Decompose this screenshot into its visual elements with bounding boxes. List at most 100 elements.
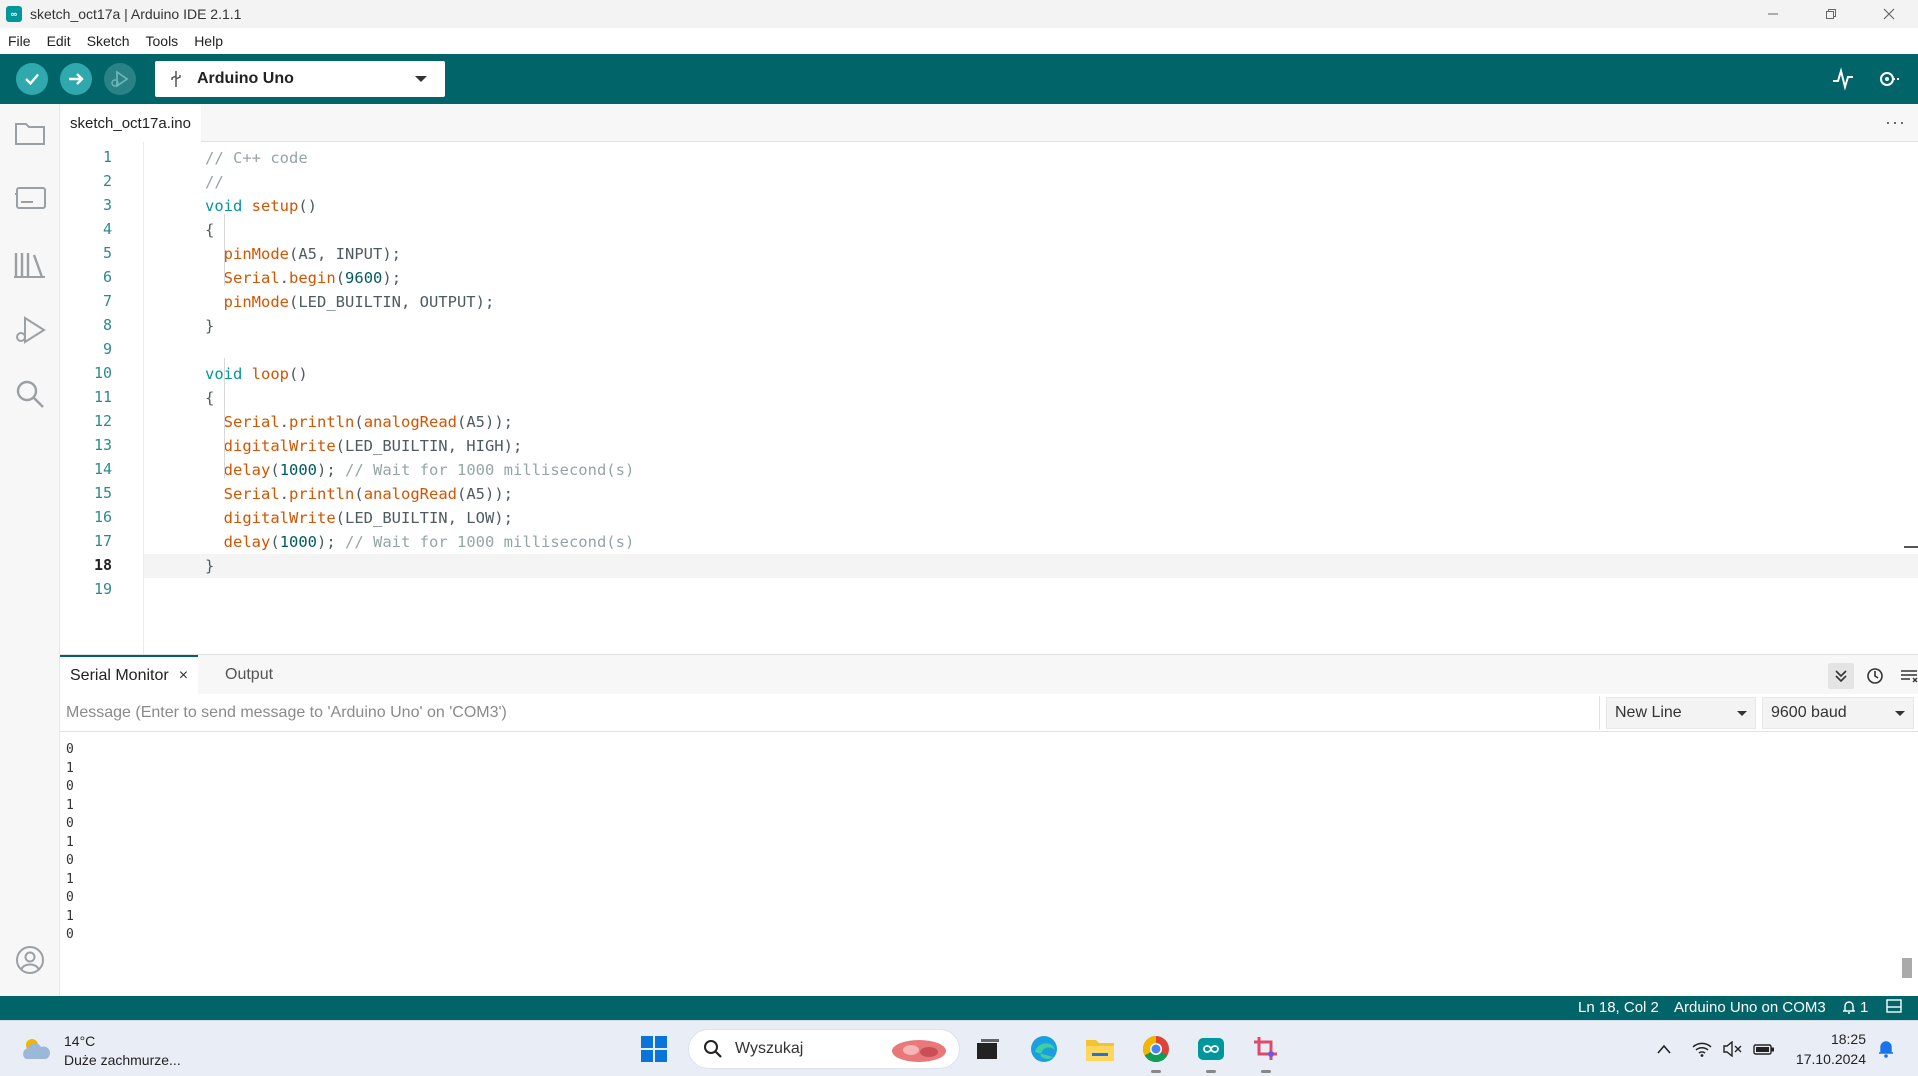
file-explorer-icon[interactable] [1082, 1031, 1118, 1067]
code-token: delay [223, 461, 271, 479]
code-line[interactable]: // C++ code [144, 146, 1918, 170]
line-number: 12 [93, 412, 112, 430]
clear-output-icon[interactable] [1896, 663, 1918, 689]
serial-message-input[interactable] [60, 696, 1600, 730]
code-line[interactable]: digitalWrite(LED_BUILTIN, LOW); [144, 506, 1918, 530]
verify-button[interactable] [16, 63, 48, 95]
clock-date[interactable]: 17.10.2024 [1796, 1051, 1866, 1067]
snipping-tool-icon[interactable] [1248, 1031, 1284, 1073]
battery-icon[interactable] [1752, 1038, 1776, 1060]
code-line[interactable]: } [144, 554, 1918, 578]
code-token: () [298, 197, 318, 215]
tab-sketch-file[interactable]: sketch_oct17a.ino [60, 104, 201, 142]
code-line[interactable]: pinMode(LED_BUILTIN, OUTPUT); [144, 290, 1918, 314]
search-icon[interactable] [12, 376, 48, 412]
windows-taskbar: 14°C Duże zachmurze... Wyszukaj 18:25 17… [0, 1020, 1918, 1076]
upload-button[interactable] [60, 63, 92, 95]
toggle-panel-icon[interactable] [1886, 999, 1902, 1017]
speaker-muted-icon[interactable] [1720, 1038, 1744, 1060]
account-icon[interactable] [12, 942, 48, 978]
line-number: 14 [93, 460, 112, 478]
code-line[interactable]: void loop() [144, 362, 1918, 386]
code-line[interactable]: void setup() [144, 194, 1918, 218]
menu-tools[interactable]: Tools [146, 33, 179, 49]
debug-button[interactable] [104, 63, 136, 95]
arduino-logo-icon: ∞ [6, 6, 22, 22]
code-token: pinMode [223, 245, 289, 263]
code-line[interactable]: pinMode(A5, INPUT); [144, 242, 1918, 266]
menu-file[interactable]: File [8, 33, 31, 49]
tab-serial-monitor[interactable]: Serial Monitor × [60, 655, 199, 695]
menu-help[interactable]: Help [194, 33, 223, 49]
code-line[interactable]: delay(1000); // Wait for 1000 millisecon… [144, 458, 1918, 482]
weather-cloudy-icon[interactable] [20, 1035, 52, 1063]
chevron-down-icon [1737, 711, 1747, 716]
line-number: 5 [102, 244, 112, 262]
menu-edit[interactable]: Edit [47, 33, 71, 49]
line-ending-select[interactable]: New Line [1606, 697, 1756, 729]
serial-output-line: 0 [66, 779, 74, 794]
code-line[interactable]: digitalWrite(LED_BUILTIN, HIGH); [144, 434, 1918, 458]
code-line[interactable]: Serial.begin(9600); [144, 266, 1918, 290]
code-token: . [279, 269, 290, 287]
code-line[interactable]: { [144, 218, 1918, 242]
code-line[interactable]: // [144, 170, 1918, 194]
tab-serial-monitor-label: Serial Monitor [70, 667, 169, 684]
code-token: Serial [223, 485, 280, 503]
line-number: 16 [93, 508, 112, 526]
restore-icon[interactable] [1802, 0, 1860, 28]
sketchbook-folder-icon[interactable] [12, 114, 48, 150]
board-port-status[interactable]: Arduino Uno on COM3 [1674, 999, 1826, 1016]
menu-sketch[interactable]: Sketch [87, 33, 130, 49]
weather-temperature[interactable]: 14°C [64, 1033, 95, 1049]
code-line[interactable]: } [144, 314, 1918, 338]
line-number: 1 [102, 148, 112, 166]
code-token: ( [354, 485, 364, 503]
boards-manager-icon[interactable] [12, 180, 48, 216]
notifications-indicator[interactable]: 1 [1842, 999, 1868, 1016]
code-line[interactable]: Serial.println(analogRead(A5)); [144, 482, 1918, 506]
line-number: 10 [93, 364, 112, 382]
weather-description[interactable]: Duże zachmurze... [64, 1052, 181, 1068]
minimize-icon[interactable] [1744, 0, 1802, 28]
tab-output-label: Output [225, 666, 274, 683]
arduino-ide-icon[interactable] [1193, 1031, 1229, 1073]
baud-rate-select[interactable]: 9600 baud [1762, 697, 1914, 729]
task-view-icon[interactable] [970, 1031, 1006, 1067]
code-token: (A5)); [457, 485, 514, 503]
library-manager-icon[interactable] [12, 246, 48, 282]
debug-run-icon[interactable] [12, 312, 48, 348]
code-line[interactable]: { [144, 386, 1918, 410]
code-line[interactable]: delay(1000); // Wait for 1000 millisecon… [144, 530, 1918, 554]
tab-output[interactable]: Output [215, 655, 283, 695]
close-icon[interactable]: × [179, 667, 188, 685]
code-line[interactable] [144, 578, 1918, 602]
edge-icon[interactable] [1026, 1031, 1062, 1067]
serial-plotter-button[interactable] [1830, 66, 1856, 92]
code-editor[interactable]: 1 2 3 4 5 6 7 8 9 10 11 12 13 14 15 16 17 18 19 // C++ cod… [60, 142, 1918, 654]
serial-monitor-button[interactable] [1876, 66, 1902, 92]
more-actions-icon[interactable]: ··· [1885, 112, 1906, 133]
code-line[interactable] [144, 338, 1918, 362]
line-number: 8 [102, 316, 112, 334]
autoscroll-icon[interactable] [1828, 663, 1854, 689]
board-selector[interactable]: Arduino Uno [155, 61, 445, 97]
line-number: 15 [93, 484, 112, 502]
taskbar-search[interactable]: Wyszukaj [688, 1029, 960, 1069]
windows-start-icon[interactable] [636, 1031, 672, 1067]
chevron-up-icon[interactable] [1652, 1038, 1676, 1060]
notification-bell-icon[interactable] [1874, 1038, 1898, 1060]
serial-message-row: New Line 9600 baud [60, 694, 1918, 732]
timestamp-clock-icon[interactable] [1862, 663, 1888, 689]
wifi-icon[interactable] [1690, 1038, 1714, 1060]
scrollbar-thumb[interactable] [1902, 958, 1912, 978]
clock-time[interactable]: 18:25 [1831, 1031, 1866, 1047]
serial-output-line: 0 [66, 816, 74, 831]
search-highlight-image [892, 1040, 946, 1062]
cursor-position[interactable]: Ln 18, Col 2 [1578, 999, 1659, 1016]
close-icon[interactable] [1860, 0, 1918, 28]
code-line[interactable]: Serial.println(analogRead(A5)); [144, 410, 1918, 434]
chrome-icon[interactable] [1138, 1031, 1174, 1073]
